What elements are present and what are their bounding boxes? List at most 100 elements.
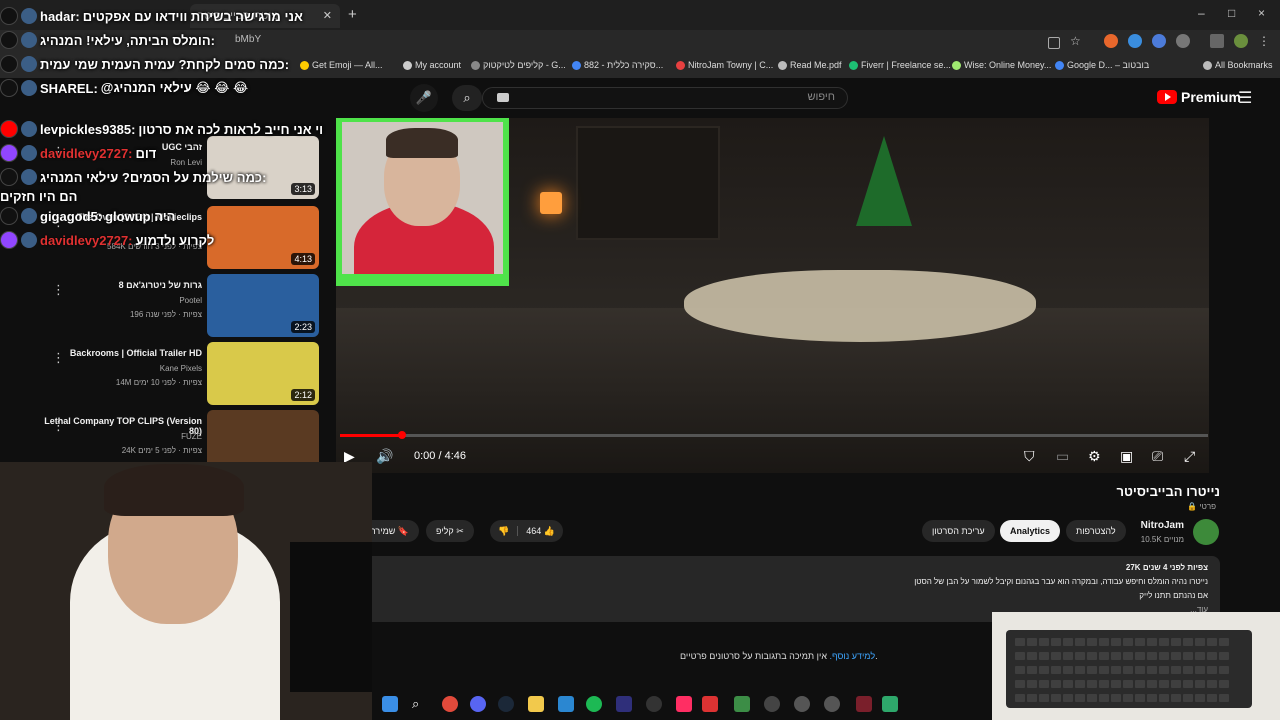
save-label: שמירה (370, 526, 396, 536)
dislike-icon[interactable]: 👎 (490, 526, 517, 536)
key (1027, 694, 1037, 702)
app-icon[interactable] (856, 696, 872, 712)
rec-thumbnail[interactable]: 2:23 (207, 274, 319, 337)
streamer-hair (104, 464, 244, 516)
volume-icon[interactable]: 🔊 (376, 448, 393, 465)
maximize-icon[interactable]: □ (1228, 6, 1235, 20)
search-icon[interactable]: ⌕ (412, 696, 428, 712)
key (1147, 666, 1157, 674)
key (1111, 680, 1121, 688)
channel-name[interactable]: NitroJam (1141, 520, 1184, 531)
key (1111, 666, 1121, 674)
search-icon[interactable]: ⌕ (452, 85, 482, 111)
chat-avatar (21, 80, 37, 96)
rec-thumbnail[interactable]: 2:12 (207, 342, 319, 405)
url-field[interactable]: bMbY (235, 34, 261, 45)
recommendation-item[interactable]: ⋮ 8 גרות של ניטרוג'אם Pootel 196 צפיות · לפ… (0, 274, 330, 338)
recommendation-item[interactable]: ⋮ Backrooms | Official Trailer HD Kane Pix… (0, 342, 330, 406)
like-button[interactable]: 464 👍 (517, 526, 563, 536)
app-icon[interactable] (824, 696, 840, 712)
app-icon[interactable] (764, 696, 780, 712)
rec-thumbnail[interactable]: 4:13 (207, 206, 319, 269)
bookmark-item[interactable]: NitroJam Towny | C... (676, 60, 773, 70)
edit-video-button[interactable]: עריכת הסרטון (922, 520, 995, 542)
twitch-icon (0, 231, 18, 249)
learn-more-link[interactable]: למידע נוסף. (829, 651, 875, 661)
promote-button[interactable]: להצטרפות (1066, 520, 1126, 542)
more-icon[interactable]: ⋮ (1258, 34, 1272, 48)
profile-avatar[interactable] (1234, 34, 1248, 48)
close-window-icon[interactable]: × (1258, 6, 1265, 20)
clip-button[interactable]: קליפ ✂ (426, 520, 474, 542)
rec-title: Lethal Company TOP CLIPS (Version 80) (44, 416, 202, 436)
key (1207, 680, 1217, 688)
youtube-logo[interactable]: Premium (1157, 89, 1241, 105)
chat-text: דום (135, 145, 157, 161)
bookmark-item[interactable]: Read Me.pdf (778, 60, 842, 70)
premiere-icon[interactable] (616, 696, 632, 712)
channel-avatar[interactable] (1193, 519, 1219, 545)
bookmark-item[interactable]: My account (403, 60, 461, 70)
bookmark-item[interactable]: סקירה כללית - 882... (572, 60, 663, 70)
key (1075, 694, 1085, 702)
subtitles-icon[interactable]: ▭ (1056, 448, 1069, 465)
key (1039, 680, 1049, 688)
chat-text: glowup היה (105, 208, 176, 224)
settings-gear-icon[interactable]: ⚙ (1088, 448, 1101, 465)
bookmark-item[interactable]: קליפים לטיקטוק - G... (471, 60, 566, 70)
tab-close-icon[interactable]: ✕ (323, 4, 332, 28)
app-icon[interactable] (882, 696, 898, 712)
bookmark-item[interactable]: Wise: Online Money... (952, 60, 1051, 70)
chat-avatar (21, 56, 37, 72)
store-icon[interactable] (558, 696, 574, 712)
bookmark-item[interactable]: Fiverr | Freelance se... (849, 60, 951, 70)
extension-icon[interactable] (1128, 34, 1142, 48)
tiktok-studio-icon[interactable] (676, 696, 692, 712)
chat-username: davidlevy2727: (40, 145, 133, 161)
analytics-button[interactable]: Analytics (1000, 520, 1061, 542)
steam-icon[interactable] (498, 696, 514, 712)
miniplayer-icon[interactable]: ▣ (1120, 448, 1133, 465)
bookmark-label: קליפים לטיקטוק - G... (483, 60, 566, 70)
typing-icon[interactable] (702, 696, 718, 712)
menu-icon[interactable] (1210, 34, 1224, 48)
bookmark-item[interactable]: Get Emoji — All... (300, 60, 383, 70)
spotify-icon[interactable] (586, 696, 602, 712)
obs-icon[interactable] (646, 696, 662, 712)
bookmark-item[interactable]: All Bookmarks (1203, 60, 1273, 70)
video-player[interactable]: ▶ 🔊 0:00 / 4:46 ⛉ ▭ ⚙ ▣ ⎚ ⤢ (336, 118, 1209, 473)
extension-icon[interactable] (1152, 34, 1166, 48)
keyboard-icon[interactable] (497, 93, 509, 102)
menu-hamburger-icon[interactable]: ☰ (1238, 88, 1252, 108)
extension-icon[interactable] (1104, 34, 1118, 48)
progress-bar[interactable] (340, 431, 1208, 439)
bookmark-star-icon[interactable]: ☆ (1070, 34, 1084, 48)
windows-start-icon[interactable] (382, 696, 398, 712)
streamer-face-cam (0, 462, 372, 720)
mic-icon[interactable]: 🎤 (410, 84, 438, 112)
key (1219, 652, 1229, 660)
chrome-icon[interactable] (442, 696, 458, 712)
chat-text: הם היו חזקים (0, 188, 78, 204)
chat-username: davidlevy2727: (40, 232, 133, 248)
key (1075, 638, 1085, 646)
bookmark-item[interactable]: Google D... – בובטוב (1055, 60, 1149, 70)
install-icon[interactable] (1048, 37, 1060, 49)
minimize-icon[interactable]: – (1198, 6, 1205, 20)
fullscreen-icon[interactable]: ⤢ (1184, 448, 1195, 465)
folder-icon[interactable] (528, 696, 544, 712)
tiktok-icon (0, 79, 18, 97)
app-icon[interactable] (734, 696, 750, 712)
privacy-label: פרטי (1199, 502, 1216, 511)
discord-icon[interactable] (470, 696, 486, 712)
sponsor-shield-icon[interactable]: ⛉ (1024, 448, 1035, 465)
bookmark-icon (778, 60, 787, 70)
key (1207, 666, 1217, 674)
search-input[interactable]: חיפוש (482, 87, 848, 109)
rec-title: Backrooms | Official Trailer HD (69, 348, 202, 358)
puzzle-icon[interactable] (1176, 34, 1190, 48)
arrow-app-icon[interactable] (794, 696, 810, 712)
new-tab-icon[interactable]: + (348, 6, 357, 23)
key (1123, 694, 1133, 702)
cast-icon[interactable]: ⎚ (1152, 448, 1163, 465)
